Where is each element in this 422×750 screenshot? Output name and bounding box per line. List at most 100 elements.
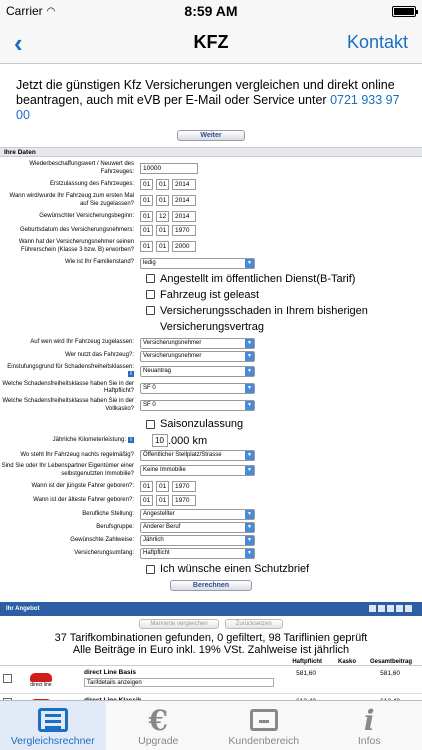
insurance-start-day[interactable]: 01 [140, 211, 153, 223]
first-registration-month[interactable]: 01 [156, 179, 169, 191]
first-registration-day[interactable]: 01 [140, 179, 153, 191]
settings-icon[interactable] [405, 605, 412, 613]
youngest-driver-day[interactable]: 01 [140, 481, 153, 493]
checkbox-season-registration[interactable]: Saisonzulassung [0, 416, 422, 432]
tariff-details-select[interactable]: Tarifdetails anzeigen [84, 678, 274, 688]
contact-button[interactable]: Kontakt [347, 32, 408, 53]
vehicle-user-select[interactable]: Versicherungsnehmer ▼ [140, 350, 255, 362]
tab-kundenbereich[interactable]: Kundenbereich [211, 701, 317, 750]
back-chevron-icon[interactable]: ‹ [14, 30, 23, 56]
column-header: Haftpflicht [292, 659, 322, 666]
compare-selected-button[interactable]: Markierte vergleichen [139, 619, 219, 630]
label-class-reason: Einstufungsgrund für Schadensfreiheitskl… [7, 363, 134, 378]
calculate-button[interactable]: Berechnen [169, 579, 253, 591]
youngest-driver-year[interactable]: 1970 [172, 481, 196, 493]
tab-infos[interactable]: i Infos [317, 701, 422, 750]
row-checkbox[interactable] [3, 674, 12, 684]
insurance-start-year[interactable]: 2014 [172, 211, 196, 223]
license-day[interactable]: 01 [140, 241, 153, 253]
label-vehicle-value: Wiederbeschaffungswert / Neuwert des Fah… [29, 161, 134, 175]
checkbox-protection-letter[interactable]: Ich wünsche einen Schutzbrief [0, 561, 422, 577]
parking-select[interactable]: Öffentlicher Stellplatz/Strasse ▼ [140, 450, 255, 462]
property-select[interactable]: Keine Immobilie ▼ [140, 465, 255, 477]
label-property: Sind Sie oder Ihr Lebenspartner Eigentüm… [1, 463, 134, 477]
checkbox[interactable] [146, 419, 155, 429]
checkbox-previous-damage[interactable]: Versicherungsschaden in Ihrem bisherigen… [0, 303, 422, 335]
results-header: Ihr Angebot [0, 602, 422, 617]
intro-text: Jetzt die günstigen Kfz Versicherungen v… [16, 78, 400, 122]
chevron-down-icon: ▼ [245, 510, 254, 520]
euro-icon: € [148, 703, 168, 737]
table-row[interactable]: direct line direct Line Basis Tarifdetai… [0, 666, 422, 695]
birth-year[interactable]: 1970 [172, 225, 196, 237]
payment-select[interactable]: Jährlich ▼ [140, 535, 255, 547]
own-registration-month[interactable]: 01 [156, 195, 169, 207]
profession-select[interactable]: Anderer Beruf ▼ [140, 522, 255, 534]
carrier: Carrier ◠ [6, 4, 56, 18]
chevron-down-icon: ▼ [245, 549, 254, 559]
family-status-select[interactable]: ledig ▼ [140, 257, 255, 269]
print-icon[interactable] [369, 605, 376, 613]
vehicle-value-input[interactable]: 10000 [140, 163, 198, 175]
annual-km-input[interactable]: 10 [152, 434, 168, 448]
info-icon[interactable]: i [128, 436, 134, 443]
license-month[interactable]: 01 [156, 241, 169, 253]
chevron-down-icon: ▼ [245, 366, 254, 376]
save-icon[interactable] [387, 605, 394, 613]
label-vehicle-user: Wer nutzt das Fahrzeug?: [65, 352, 134, 359]
checkbox[interactable] [146, 564, 155, 574]
chevron-down-icon: ▼ [245, 523, 254, 533]
sf-casco-select[interactable]: SF 0 ▼ [140, 400, 255, 412]
insurance-start-month[interactable]: 12 [156, 211, 169, 223]
calculator-form: Wiederbeschaffungswert / Neuwert des Fah… [0, 157, 422, 592]
battery-icon [392, 5, 418, 17]
sf-liability-select[interactable]: SF 0 ▼ [140, 382, 255, 394]
label-family-status: Wie ist Ihr Familienstand? [64, 259, 134, 266]
help-icon[interactable] [396, 605, 403, 613]
birth-day[interactable]: 01 [140, 225, 153, 237]
oldest-driver-day[interactable]: 01 [140, 495, 153, 507]
insurer-logo: direct line [16, 669, 66, 691]
chevron-down-icon: ▼ [245, 383, 254, 393]
birth-month[interactable]: 01 [156, 225, 169, 237]
chevron-down-icon: ▼ [245, 536, 254, 546]
position-select[interactable]: Angestellter ▼ [140, 509, 255, 521]
tab-vergleichsrechner[interactable]: Vergleichsrechner [0, 701, 106, 750]
email-icon[interactable] [378, 605, 385, 613]
weiter-button[interactable]: Weiter [177, 129, 245, 141]
label-first-registration: Erstzulassung des Fahrzeuges: [49, 180, 134, 187]
label-insurance-start: Gewünschter Versicherungsbeginn: [39, 213, 134, 220]
info-icon[interactable]: i [128, 371, 134, 378]
checkbox-public-service[interactable]: Angestellt im öffentlichen Dienst(B-Tari… [0, 271, 422, 287]
liability-value: 581,60 [296, 670, 316, 678]
class-reason-select[interactable]: Neuantrag ▼ [140, 365, 255, 377]
column-header: Gesamtbeitrag [369, 659, 412, 666]
status-time: 8:59 AM [184, 3, 238, 19]
status-bar: Carrier ◠ 8:59 AM [0, 0, 422, 22]
reset-button[interactable]: Zurücksetzen [224, 619, 283, 630]
checkbox[interactable] [146, 305, 155, 315]
label-profession: Berufsgruppe: [96, 524, 134, 531]
registered-to-select[interactable]: Versicherungsnehmer ▼ [140, 337, 255, 349]
label-youngest-driver: Wann ist der jüngste Fahrer geboren?: [31, 483, 134, 490]
results-toolbar [369, 605, 412, 613]
label-own-registration: Wann wird/wurde Ihr Fahrzeug zum ersten … [9, 193, 135, 207]
youngest-driver-month[interactable]: 01 [156, 481, 169, 493]
license-year[interactable]: 2000 [172, 241, 196, 253]
first-registration-year[interactable]: 2014 [172, 179, 196, 191]
checkbox[interactable] [146, 274, 155, 284]
checkbox-leased[interactable]: Fahrzeug ist geleast [0, 287, 422, 303]
oldest-driver-year[interactable]: 1970 [172, 495, 196, 507]
inbox-icon [249, 709, 278, 731]
own-registration-day[interactable]: 01 [140, 195, 153, 207]
checkbox[interactable] [146, 290, 155, 300]
own-registration-year[interactable]: 2014 [172, 195, 196, 207]
tab-upgrade[interactable]: € Upgrade [106, 701, 212, 750]
label-position: Berufliche Stellung: [82, 511, 134, 518]
scope-select[interactable]: Haftpflicht ▼ [140, 548, 255, 560]
oldest-driver-month[interactable]: 01 [156, 495, 169, 507]
label-oldest-driver: Wann ist der älteste Fahrer geboren?: [33, 497, 134, 504]
label-birth-date: Geburtsdatum des Versicherungsnehmers: [19, 227, 134, 234]
chevron-down-icon: ▼ [245, 466, 254, 476]
label-sf-casco: Welche Schadensfreiheitsklasse haben Sie… [2, 397, 134, 412]
